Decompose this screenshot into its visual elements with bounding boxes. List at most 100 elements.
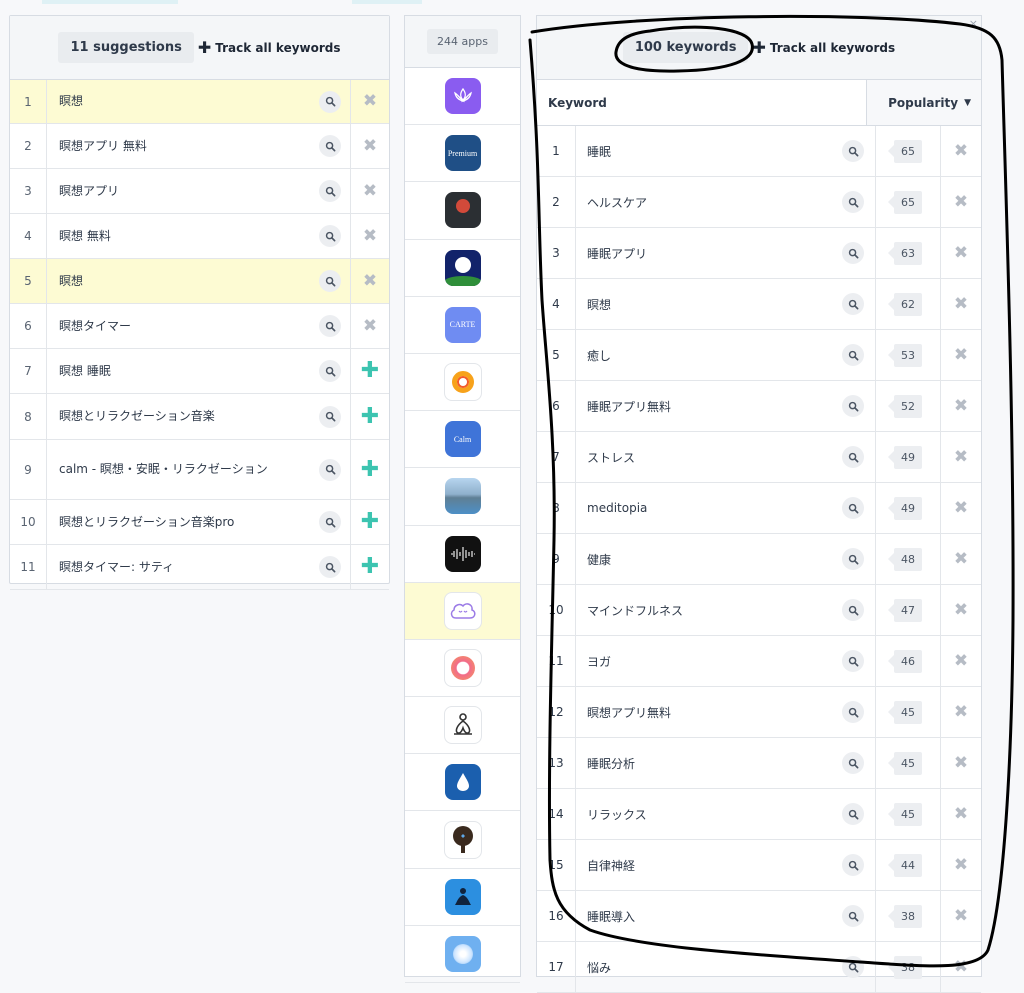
search-icon[interactable]: [842, 599, 864, 621]
keyword-cell: 悩み: [576, 942, 875, 992]
suggestion-row: 2 瞑想アプリ 無料 ✖: [10, 124, 389, 169]
flower-app-icon[interactable]: [444, 935, 481, 972]
search-icon[interactable]: [319, 225, 341, 247]
remove-keyword-icon[interactable]: ✖: [954, 958, 968, 976]
popularity-cell: 45: [875, 738, 940, 788]
remove-keyword-icon[interactable]: ✖: [363, 272, 377, 290]
keyword-cell: 睡眠導入: [576, 891, 875, 941]
suggestion-rank: 11: [10, 545, 47, 589]
remove-keyword-icon[interactable]: ✖: [954, 295, 968, 313]
search-icon[interactable]: [842, 701, 864, 723]
remove-keyword-icon[interactable]: ✖: [363, 227, 377, 245]
tree-app-icon[interactable]: [443, 820, 482, 859]
search-icon[interactable]: [842, 650, 864, 672]
close-panel-icon[interactable]: ×: [969, 17, 978, 30]
remove-keyword-icon[interactable]: ✖: [954, 397, 968, 415]
search-icon[interactable]: [842, 548, 864, 570]
search-icon[interactable]: [842, 242, 864, 264]
search-icon[interactable]: [319, 360, 341, 382]
orange-ring-app-icon[interactable]: [443, 363, 482, 402]
search-icon[interactable]: [319, 315, 341, 337]
popularity-badge: 62: [888, 292, 922, 316]
search-icon[interactable]: [842, 803, 864, 825]
search-icon[interactable]: [319, 90, 341, 113]
remove-keyword-icon[interactable]: ✖: [954, 142, 968, 160]
add-keyword-icon[interactable]: ✚: [361, 511, 379, 533]
add-keyword-icon[interactable]: ✚: [361, 405, 379, 428]
track-all-suggestions-button[interactable]: ✚ Track all keywords: [198, 39, 341, 56]
remove-keyword-icon[interactable]: ✖: [363, 317, 377, 335]
remove-keyword-icon[interactable]: ✖: [363, 182, 377, 200]
keyword-rank: 6: [537, 381, 576, 431]
lotus-app-icon[interactable]: [444, 78, 481, 115]
remove-keyword-icon[interactable]: ✖: [363, 93, 377, 110]
remove-keyword-icon[interactable]: ✖: [954, 244, 968, 262]
search-icon[interactable]: [842, 191, 864, 213]
suggestion-keyword: 瞑想: [59, 273, 84, 288]
remove-keyword-icon[interactable]: ✖: [954, 448, 968, 466]
remove-keyword-icon[interactable]: ✖: [954, 805, 968, 823]
suggestion-search-cell: [310, 169, 350, 213]
remove-keyword-icon[interactable]: ✖: [363, 137, 377, 155]
add-keyword-icon[interactable]: ✚: [361, 556, 379, 578]
calm-app-icon[interactable]: Calm: [444, 421, 481, 458]
carte-app-icon[interactable]: CARTE: [444, 306, 481, 343]
keyword-text: 睡眠導入: [587, 909, 636, 924]
popularity-badge: 65: [888, 190, 922, 214]
sound-wave-app-icon[interactable]: [444, 535, 481, 572]
track-all-keywords-button[interactable]: ✚ Track all keywords: [752, 39, 895, 56]
search-icon[interactable]: [842, 293, 864, 315]
app-row: [405, 926, 520, 983]
search-icon[interactable]: [842, 395, 864, 417]
search-icon[interactable]: [842, 140, 864, 162]
meditating-person-app-icon[interactable]: [444, 878, 481, 915]
remove-keyword-icon[interactable]: ✖: [954, 601, 968, 619]
add-keyword-icon[interactable]: ✚: [361, 360, 379, 382]
popularity-sort-header[interactable]: Popularity ▼: [866, 80, 981, 125]
remove-keyword-icon[interactable]: ✖: [954, 499, 968, 517]
search-icon[interactable]: [319, 135, 341, 157]
remove-keyword-icon[interactable]: ✖: [954, 907, 968, 925]
search-icon[interactable]: [319, 180, 341, 202]
search-icon[interactable]: [842, 956, 864, 978]
remove-keyword-icon[interactable]: ✖: [954, 703, 968, 721]
keyword-cell: 睡眠アプリ無料: [576, 381, 875, 431]
tab-stub-left[interactable]: [42, 0, 178, 4]
remove-keyword-icon[interactable]: ✖: [954, 346, 968, 364]
remove-keyword-icon[interactable]: ✖: [954, 652, 968, 670]
suggestion-row: 1 瞑想 ✖: [10, 80, 389, 124]
search-icon[interactable]: [842, 446, 864, 468]
add-keyword-icon[interactable]: ✚: [361, 458, 379, 481]
app-row: [405, 68, 520, 126]
search-icon[interactable]: [842, 344, 864, 366]
search-icon[interactable]: [319, 270, 341, 292]
search-icon[interactable]: [842, 854, 864, 876]
remove-keyword-icon[interactable]: ✖: [954, 856, 968, 874]
pink-circle-app-icon[interactable]: [443, 648, 482, 687]
mountain-lake-app-icon[interactable]: [444, 478, 481, 515]
remove-keyword-icon[interactable]: ✖: [954, 193, 968, 211]
suggestion-keyword: 瞑想とリラクゼーション音楽: [59, 409, 215, 423]
keyword-text: 自律神経: [587, 858, 636, 873]
search-icon[interactable]: [842, 752, 864, 774]
meditation-premium-app-icon[interactable]: Premium: [444, 135, 481, 172]
keyword-row: 10 マインドフルネス 47 ✖: [537, 585, 981, 636]
dark-portrait-app-icon[interactable]: [444, 192, 481, 229]
keyword-row: 13 睡眠分析 45 ✖: [537, 738, 981, 789]
search-icon[interactable]: [319, 556, 341, 578]
moon-night-app-icon[interactable]: [444, 249, 481, 286]
water-drop-app-icon[interactable]: [444, 764, 481, 801]
search-icon[interactable]: [842, 905, 864, 927]
remove-keyword-icon[interactable]: ✖: [954, 754, 968, 772]
tab-stub-right[interactable]: [352, 0, 422, 4]
search-icon[interactable]: [842, 497, 864, 519]
keyword-rank: 12: [537, 687, 576, 737]
remove-keyword-icon[interactable]: ✖: [954, 550, 968, 568]
search-icon[interactable]: [319, 458, 341, 481]
yoga-figure-app-icon[interactable]: [443, 706, 482, 745]
search-icon[interactable]: [319, 405, 341, 428]
keyword-action-cell: ✖: [940, 432, 981, 482]
keyword-rank: 8: [537, 483, 576, 533]
cloud-face-app-icon[interactable]: [443, 591, 482, 630]
search-icon[interactable]: [319, 511, 341, 533]
